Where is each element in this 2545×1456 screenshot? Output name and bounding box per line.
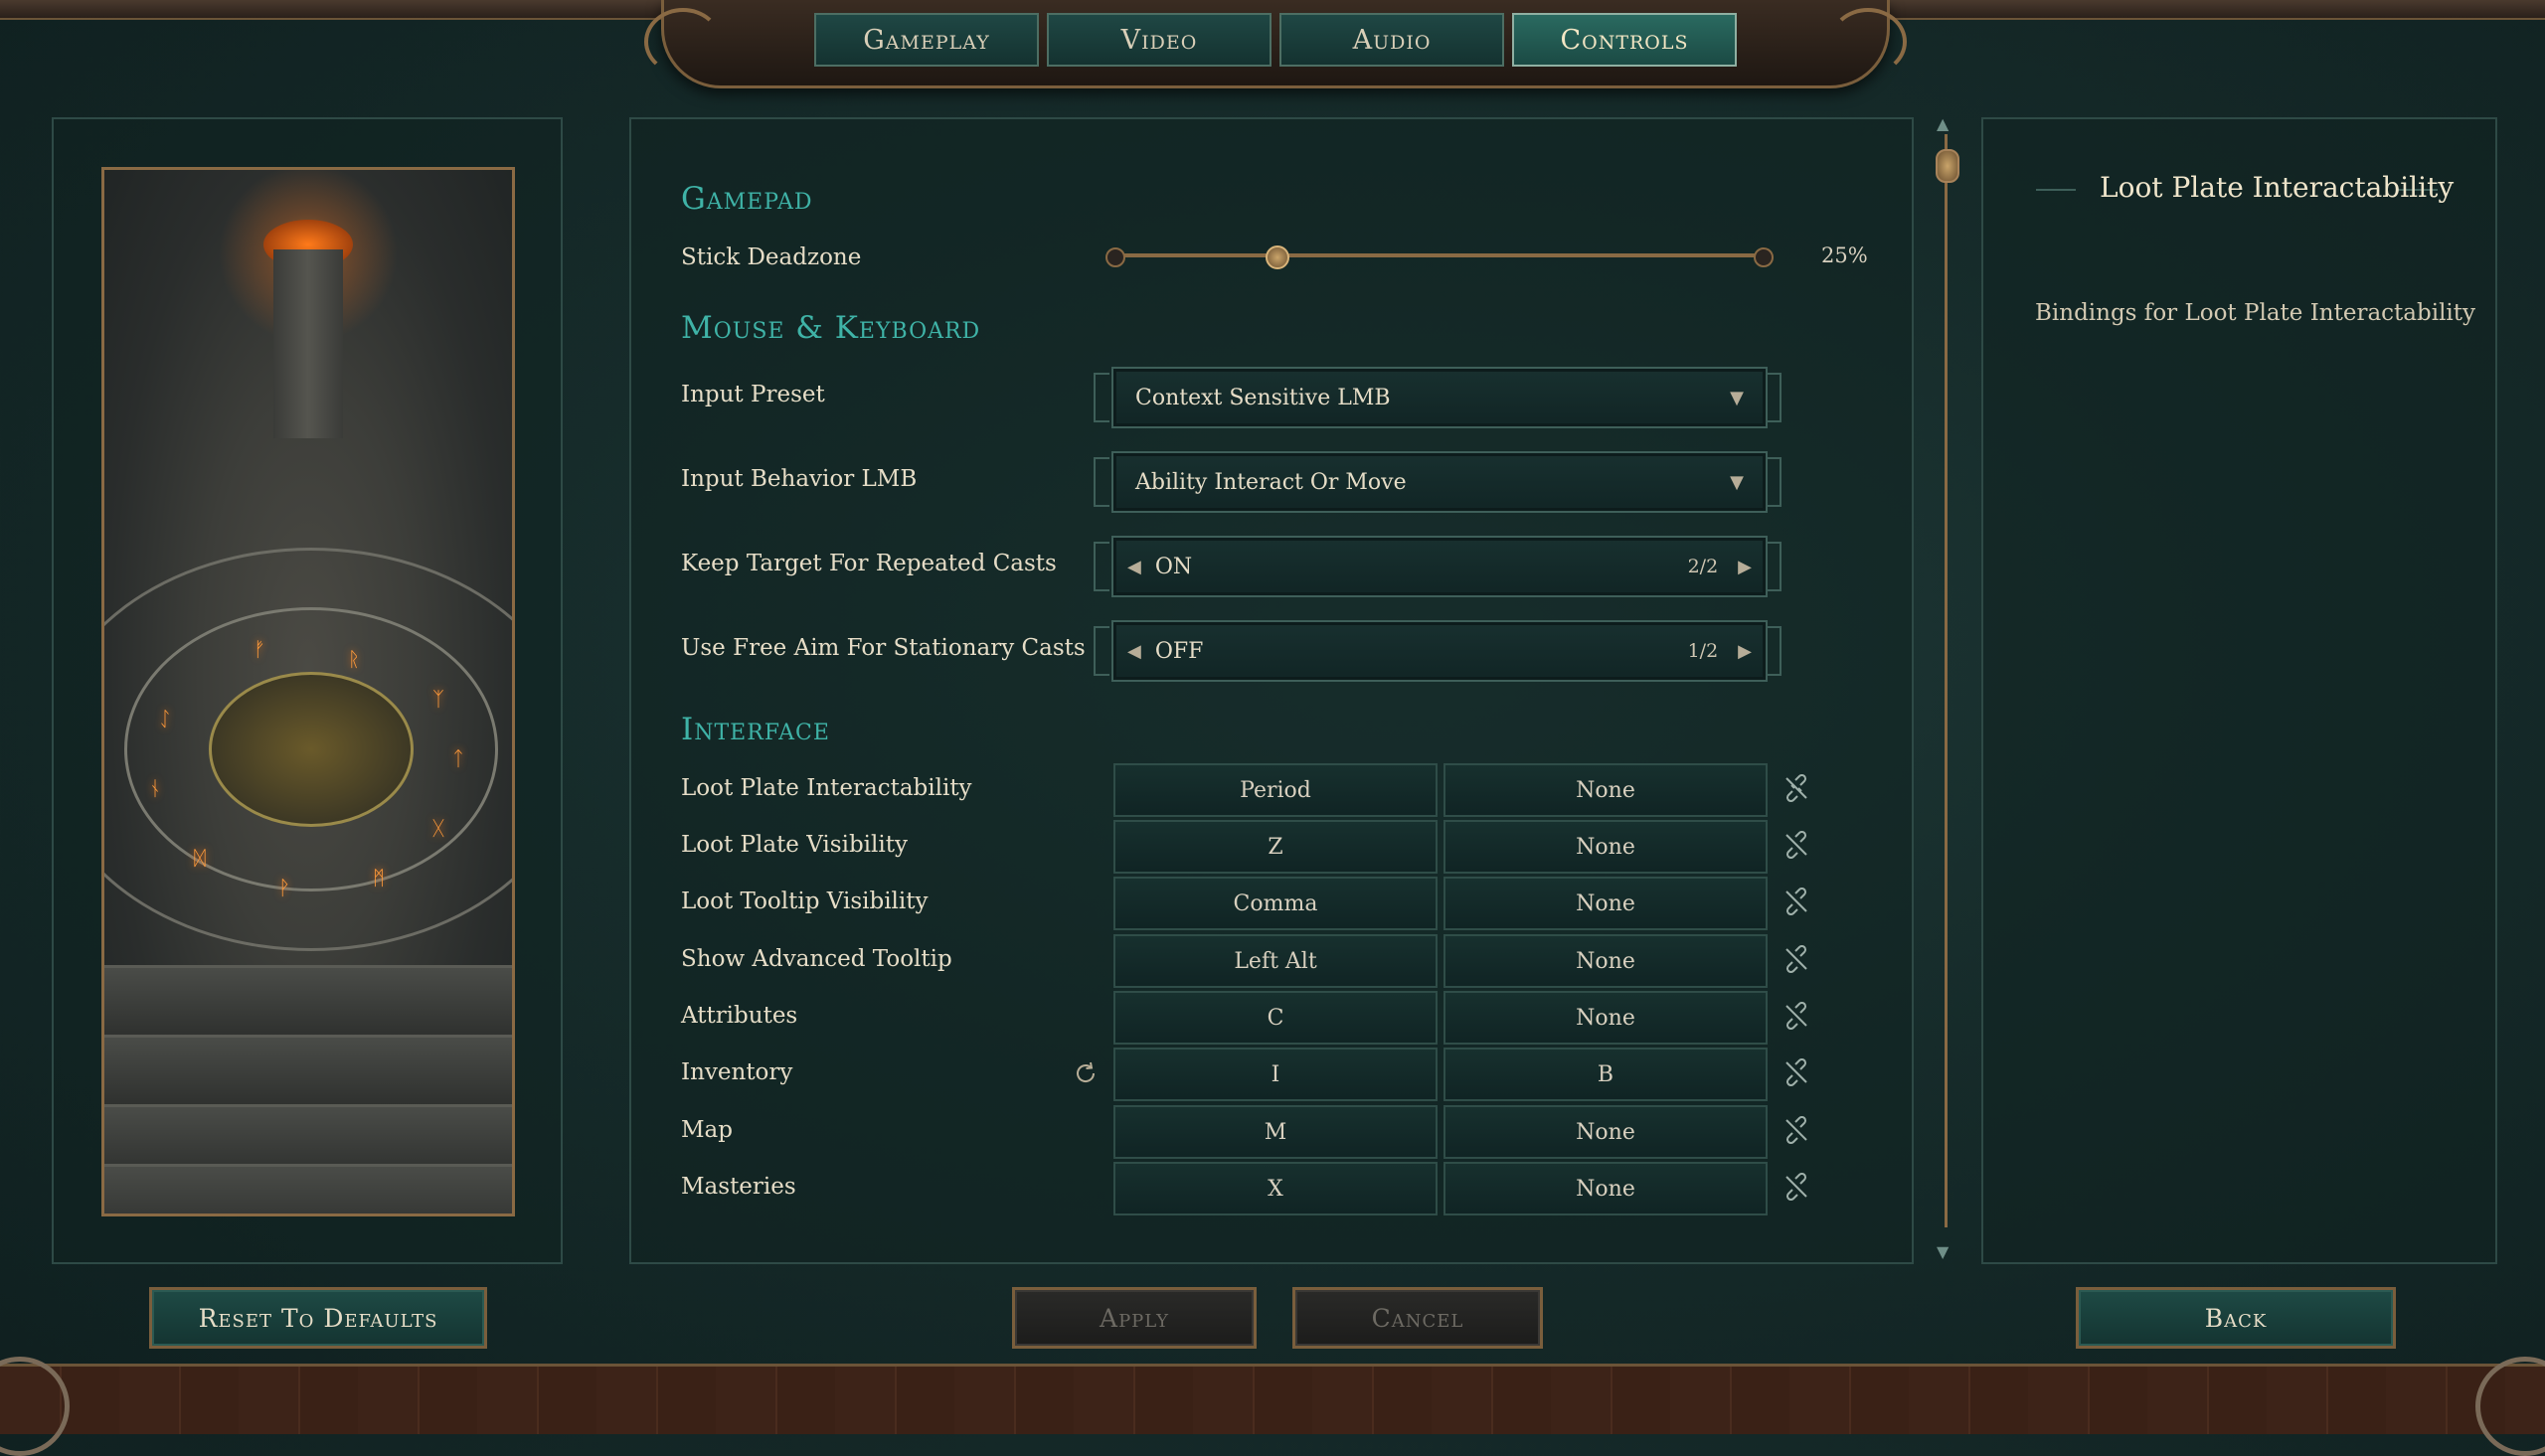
binding-primary[interactable]: M <box>1113 1105 1438 1159</box>
description-title: Loot Plate Interactability <box>2100 171 2455 204</box>
binding-primary[interactable]: Left Alt <box>1113 934 1438 988</box>
section-interface: Interface <box>681 712 830 747</box>
binding-label: Loot Plate Visibility <box>681 832 908 858</box>
stick-deadzone-slider[interactable] <box>1111 253 1768 257</box>
description-panel <box>1981 117 2497 1264</box>
binding-label: Loot Tooltip Visibility <box>681 889 929 914</box>
unlink-icon[interactable] <box>1782 1058 1810 1086</box>
unlink-icon[interactable] <box>1782 831 1810 859</box>
scrollbar-track[interactable] <box>1945 134 1948 1227</box>
binding-secondary[interactable]: None <box>1443 877 1768 930</box>
chevron-down-icon: ▼ <box>1730 471 1744 493</box>
binding-primary[interactable]: X <box>1113 1162 1438 1215</box>
free-aim-value: OFF <box>1154 638 1204 664</box>
binding-secondary[interactable]: None <box>1443 1162 1768 1215</box>
tab-bar: Gameplay Video Audio Controls <box>644 0 1907 88</box>
binding-secondary[interactable]: None <box>1443 934 1768 988</box>
arrow-left-icon[interactable]: ◀ <box>1127 641 1141 662</box>
binding-label: Inventory <box>681 1059 793 1085</box>
unlink-icon[interactable] <box>1782 774 1810 802</box>
binding-label: Attributes <box>681 1003 798 1029</box>
scroll-down-icon[interactable]: ▼ <box>1937 1242 1949 1261</box>
description-text: Bindings for Loot Plate Interactability <box>2035 300 2476 326</box>
input-preset-label: Input Preset <box>681 382 825 407</box>
binding-secondary[interactable]: None <box>1443 763 1768 817</box>
free-aim-count: 1/2 <box>1687 640 1719 662</box>
free-aim-label: Use Free Aim For Stationary Casts <box>681 635 1086 661</box>
input-behavior-label: Input Behavior LMB <box>681 466 918 492</box>
unlink-icon[interactable] <box>1782 888 1810 915</box>
apply-button[interactable]: Apply <box>1012 1287 1257 1349</box>
reset-binding-icon[interactable] <box>1072 1059 1100 1087</box>
binding-label: Masteries <box>681 1174 796 1200</box>
binding-primary[interactable]: Z <box>1113 820 1438 874</box>
bottom-frame <box>0 1357 2545 1456</box>
stick-deadzone-value: 25% <box>1821 243 1868 267</box>
chevron-down-icon: ▼ <box>1730 387 1744 408</box>
binding-primary[interactable]: C <box>1113 991 1438 1045</box>
input-preset-value: Context Sensitive LMB <box>1135 385 1391 410</box>
input-preset-dropdown[interactable]: Context Sensitive LMB ▼ <box>1111 367 1768 428</box>
section-gamepad: Gamepad <box>681 181 813 217</box>
cancel-button[interactable]: Cancel <box>1292 1287 1543 1349</box>
input-behavior-dropdown[interactable]: Ability Interact Or Move ▼ <box>1111 451 1768 513</box>
section-mouse-keyboard: Mouse & Keyboard <box>681 310 981 346</box>
binding-secondary[interactable]: B <box>1443 1048 1768 1101</box>
binding-secondary[interactable]: None <box>1443 820 1768 874</box>
keep-target-value: ON <box>1154 554 1193 579</box>
unlink-icon[interactable] <box>1782 945 1810 973</box>
binding-secondary[interactable]: None <box>1443 991 1768 1045</box>
arrow-right-icon[interactable]: ▶ <box>1738 641 1752 662</box>
binding-label: Map <box>681 1117 733 1143</box>
left-art-panel: ᚠ ᚱ ᛉ ᛏ ᚷ ᛗ ᚹ ᛞ ᚾ ᛇ <box>52 117 563 1264</box>
stick-deadzone-handle[interactable] <box>1266 245 1289 269</box>
tab-controls[interactable]: Controls <box>1512 13 1737 67</box>
tab-video[interactable]: Video <box>1047 13 1272 67</box>
binding-primary[interactable]: I <box>1113 1048 1438 1101</box>
binding-secondary[interactable]: None <box>1443 1105 1768 1159</box>
free-aim-selector: ◀ OFF 1/2 ▶ <box>1111 620 1768 682</box>
unlink-icon[interactable] <box>1782 1173 1810 1201</box>
binding-label: Loot Plate Interactability <box>681 775 972 801</box>
slider-min-end <box>1105 247 1125 267</box>
scrollbar-thumb[interactable] <box>1936 149 1959 183</box>
binding-label: Show Advanced Tooltip <box>681 946 952 972</box>
keep-target-label: Keep Target For Repeated Casts <box>681 551 1057 576</box>
arrow-left-icon[interactable]: ◀ <box>1127 557 1141 577</box>
slider-max-end <box>1754 247 1774 267</box>
back-button[interactable]: Back <box>2076 1287 2396 1349</box>
keep-target-selector: ◀ ON 2/2 ▶ <box>1111 536 1768 597</box>
tab-audio[interactable]: Audio <box>1279 13 1504 67</box>
keep-target-count: 2/2 <box>1687 556 1719 577</box>
arrow-right-icon[interactable]: ▶ <box>1738 557 1752 577</box>
character-artwork: ᚠ ᚱ ᛉ ᛏ ᚷ ᛗ ᚹ ᛞ ᚾ ᛇ <box>101 167 515 1216</box>
scroll-up-icon[interactable]: ▲ <box>1937 114 1949 133</box>
binding-primary[interactable]: Comma <box>1113 877 1438 930</box>
stick-deadzone-label: Stick Deadzone <box>681 244 862 270</box>
reset-defaults-button[interactable]: Reset To Defaults <box>149 1287 487 1349</box>
unlink-icon[interactable] <box>1782 1116 1810 1144</box>
input-behavior-value: Ability Interact Or Move <box>1135 469 1407 495</box>
tab-gameplay[interactable]: Gameplay <box>814 13 1039 67</box>
binding-primary[interactable]: Period <box>1113 763 1438 817</box>
unlink-icon[interactable] <box>1782 1002 1810 1030</box>
